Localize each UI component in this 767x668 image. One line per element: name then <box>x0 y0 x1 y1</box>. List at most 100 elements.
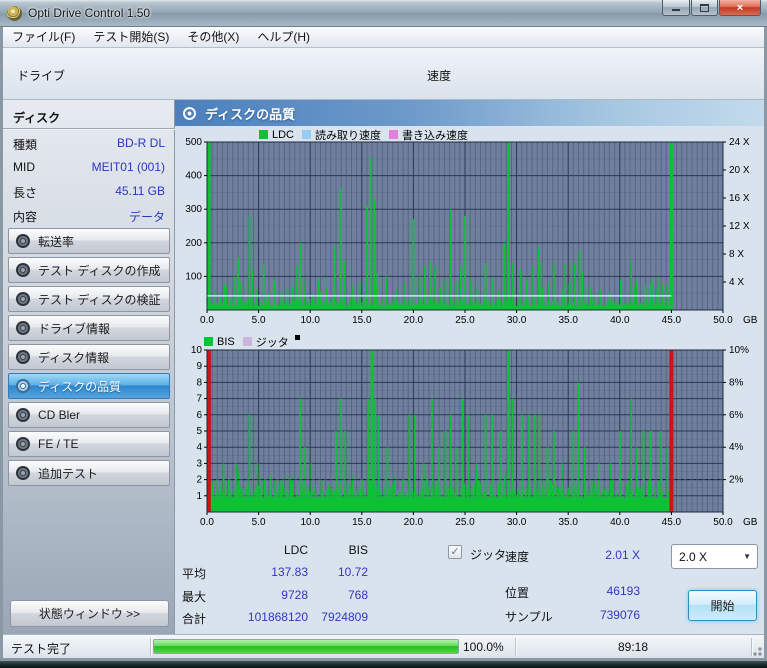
sidebar-item-label: テスト ディスクの検証 <box>38 292 161 307</box>
status-bar: テスト完了 100.0% 89:18 <box>3 634 764 658</box>
svg-text:3: 3 <box>196 458 202 469</box>
test-speed-select-value: 2.0 X <box>679 549 708 564</box>
stat-max-ldc: 9728 <box>281 588 308 602</box>
menu-start-test[interactable]: テスト開始(S) <box>84 27 178 47</box>
sidebar-item-drive-info[interactable]: ドライブ情報 <box>8 315 170 341</box>
sidebar-item-label: FE / TE <box>38 437 79 451</box>
sidebar-item-label: ドライブ情報 <box>38 321 111 336</box>
disc-type-label: 種類 <box>13 138 38 152</box>
bis-chart-plot: 0.0 5.0 10.0 15.0 20.0 25.0 30.0 35.0 40.0 45.0 50… <box>191 345 758 528</box>
close-icon: × <box>736 1 744 14</box>
disc-icon <box>16 379 30 393</box>
ldc-chart-legend: LDC 読み取り速度 書き込み速度 <box>259 128 468 142</box>
jitter-checkbox[interactable]: ✓ <box>448 545 462 559</box>
svg-text:16 X: 16 X <box>729 193 750 204</box>
svg-text:40.0: 40.0 <box>610 517 630 528</box>
svg-text:10.0: 10.0 <box>300 315 320 326</box>
bis-chart: BIS ジッタ 0.0 5.0 10.0 15.0 20.0 25.0 30.0 35.0 40… <box>175 333 764 533</box>
legend-label: ジッタ <box>255 336 289 349</box>
taskbar-edge <box>0 661 767 668</box>
toolbar: ドライブ (E:) ATAPI iHBS212 2 5L09 ▼ 速度 8.0 … <box>3 48 764 141</box>
disc-icon <box>16 466 30 480</box>
svg-text:4%: 4% <box>729 442 744 453</box>
status-text: テスト完了 <box>11 642 72 656</box>
legend-marker-icon <box>294 335 300 340</box>
stat-average-label: 平均 <box>182 567 207 581</box>
legend-label: BIS <box>217 335 235 348</box>
svg-text:400: 400 <box>185 171 202 182</box>
menu-help[interactable]: ヘルプ(H) <box>248 27 319 47</box>
speed-label: 速度 <box>427 69 452 83</box>
svg-text:15.0: 15.0 <box>352 315 372 326</box>
legend-swatch <box>302 130 312 139</box>
sidebar-item-extra-tests[interactable]: 追加テスト <box>8 460 170 486</box>
sidebar-item-label: ディスク情報 <box>38 350 110 365</box>
svg-text:9: 9 <box>196 361 202 372</box>
svg-text:4 X: 4 X <box>729 277 744 288</box>
svg-text:30.0: 30.0 <box>507 315 527 326</box>
disc-content-row: 内容 データ <box>13 208 165 228</box>
progress-bar <box>153 639 459 654</box>
disc-icon <box>16 408 30 422</box>
drive-label: ドライブ <box>17 69 66 83</box>
svg-text:6%: 6% <box>729 410 744 421</box>
stat-total-label: 合計 <box>182 612 207 626</box>
sidebar-item-verify-test-disc[interactable]: テスト ディスクの検証 <box>8 286 170 312</box>
sidebar-item-label: 追加テスト <box>38 466 99 481</box>
menu-file[interactable]: ファイル(F) <box>3 27 84 47</box>
svg-text:35.0: 35.0 <box>558 315 578 326</box>
disc-icon <box>16 350 30 364</box>
svg-text:100: 100 <box>185 271 202 282</box>
panel-header: ディスクの品質 <box>175 100 764 126</box>
svg-text:50.0: 50.0 <box>713 315 733 326</box>
svg-text:20.0: 20.0 <box>404 517 424 528</box>
resize-grip[interactable] <box>750 644 762 656</box>
bis-chart-legend: BIS ジッタ <box>204 335 300 349</box>
window-title: Opti Drive Control 1.50 <box>28 6 151 20</box>
svg-text:20.0: 20.0 <box>404 315 424 326</box>
sidebar-item-label: CD Bler <box>38 408 81 422</box>
svg-text:50.0: 50.0 <box>713 517 733 528</box>
sidebar-item-transfer-rate[interactable]: 転送率 <box>8 228 170 254</box>
divider <box>3 128 175 129</box>
svg-text:20 X: 20 X <box>729 165 750 176</box>
svg-text:10%: 10% <box>729 345 749 356</box>
svg-text:6: 6 <box>196 410 202 421</box>
menu-bar: ファイル(F) テスト開始(S) その他(X) ヘルプ(H) <box>3 27 764 48</box>
disc-mid-row: MID MEIT01 (001) <box>13 160 165 180</box>
svg-text:5.0: 5.0 <box>252 517 266 528</box>
check-icon: ✓ <box>450 546 460 558</box>
disc-type-row: 種類 BD-R DL <box>13 136 165 156</box>
maximize-button[interactable] <box>691 0 718 16</box>
close-button[interactable]: × <box>719 0 761 16</box>
status-window-button[interactable]: 状態ウィンドウ >> <box>10 600 169 627</box>
title-bar[interactable]: Opti Drive Control 1.50 × <box>0 0 767 27</box>
disc-icon <box>183 106 196 120</box>
sidebar-item-create-test-disc[interactable]: テスト ディスクの作成 <box>8 257 170 283</box>
sidebar-item-fe-te[interactable]: FE / TE <box>8 431 170 457</box>
svg-text:2%: 2% <box>729 475 744 486</box>
svg-text:4: 4 <box>196 442 202 453</box>
current-speed-value: 2.01 X <box>605 548 640 562</box>
svg-text:5.0: 5.0 <box>252 315 266 326</box>
legend-swatch <box>259 130 268 139</box>
disc-icon <box>16 321 30 335</box>
sidebar-item-cd-bler[interactable]: CD Bler <box>8 402 170 428</box>
sidebar-item-label: テスト ディスクの作成 <box>38 263 161 278</box>
statusbar-separator <box>150 638 151 656</box>
stats-col-bis: BIS <box>348 543 368 557</box>
sidebar-item-disc-info[interactable]: ディスク情報 <box>8 344 170 370</box>
minimize-button[interactable] <box>662 0 690 16</box>
window-controls: × <box>661 0 761 16</box>
svg-text:8 X: 8 X <box>729 249 744 260</box>
test-speed-select[interactable]: 2.0 X ▼ <box>671 544 758 569</box>
svg-text:200: 200 <box>185 238 202 249</box>
legend-label: 読み取り速度 <box>315 129 382 142</box>
menu-other[interactable]: その他(X) <box>178 27 248 47</box>
disc-content-label: 内容 <box>13 210 38 224</box>
minimize-icon <box>672 9 680 11</box>
sidebar-item-disc-quality[interactable]: ディスクの品質 <box>8 373 170 399</box>
start-button[interactable]: 開始 <box>688 590 757 621</box>
disc-icon <box>16 234 30 248</box>
svg-text:7: 7 <box>196 394 202 405</box>
